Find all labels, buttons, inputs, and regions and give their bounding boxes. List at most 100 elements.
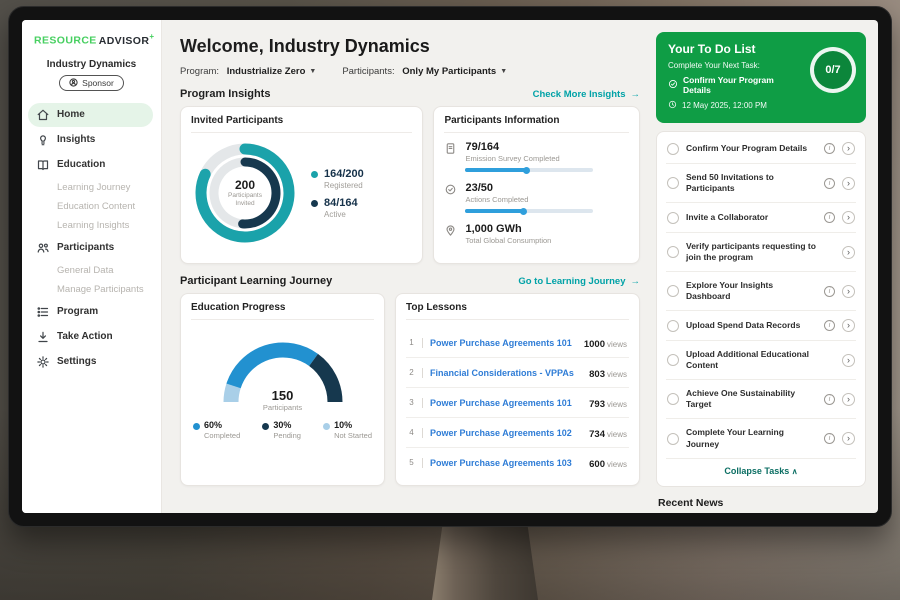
info-icon[interactable]: i bbox=[824, 394, 835, 405]
task-row[interactable]: Explore Your Insights Dashboard i › bbox=[666, 272, 856, 311]
lesson-link[interactable]: Power Purchase Agreements 102 bbox=[430, 428, 582, 438]
task-row[interactable]: Verify participants requesting to join t… bbox=[666, 233, 856, 272]
task-checkbox[interactable] bbox=[667, 393, 679, 405]
sidebar-item-take-action[interactable]: Take Action bbox=[28, 325, 153, 349]
chevron-right-icon[interactable]: › bbox=[842, 285, 855, 298]
education-progress-card: Education Progress 150 Participants bbox=[180, 293, 385, 486]
chevron-right-icon[interactable]: › bbox=[842, 393, 855, 406]
participants-select[interactable]: Only My Participants ▼ bbox=[402, 66, 507, 77]
gauge-legend: 60% Completed 30% Pending bbox=[191, 420, 374, 440]
task-checkbox[interactable] bbox=[667, 143, 679, 155]
task-row[interactable]: Upload Additional Educational Content i … bbox=[666, 341, 856, 380]
task-row[interactable]: Achieve One Sustainability Target i › bbox=[666, 380, 856, 419]
sidebar-item-participants[interactable]: Participants bbox=[28, 236, 153, 260]
arrow-right-icon: → bbox=[631, 89, 641, 100]
legend-entry: 30% Pending bbox=[262, 420, 301, 440]
sidebar-item-label: Participants bbox=[57, 242, 114, 253]
info-icon[interactable]: i bbox=[824, 320, 835, 331]
logo-resource: RESOURCE bbox=[34, 35, 97, 47]
lesson-link[interactable]: Power Purchase Agreements 101 bbox=[430, 398, 582, 408]
learning-journey-title: Participant Learning Journey bbox=[180, 275, 332, 287]
task-row[interactable]: Send 50 Invitations to Participants i › bbox=[666, 164, 856, 203]
sidebar: RESOURCEADVISOR+ Industry Dynamics Spons… bbox=[22, 20, 162, 513]
chevron-right-icon[interactable]: › bbox=[842, 246, 855, 259]
task-checkbox[interactable] bbox=[667, 246, 679, 258]
app-window: RESOURCEADVISOR+ Industry Dynamics Spons… bbox=[22, 20, 878, 513]
sidebar-item-manage-participants[interactable]: Manage Participants bbox=[22, 280, 161, 299]
info-icon[interactable]: i bbox=[824, 286, 835, 297]
sidebar-item-education[interactable]: Education bbox=[28, 153, 153, 177]
collapse-tasks-button[interactable]: Collapse Tasks ∧ bbox=[666, 459, 856, 484]
clipboard-icon bbox=[444, 141, 457, 172]
sponsor-badge[interactable]: Sponsor bbox=[59, 75, 124, 91]
task-checkbox[interactable] bbox=[667, 354, 679, 366]
stat-global-consumption: 1,000 GWh Total Global Consumption bbox=[444, 223, 629, 245]
donut-center-value: 200 bbox=[235, 178, 255, 192]
sidebar-item-education-content[interactable]: Education Content bbox=[22, 197, 161, 216]
sidebar-item-learning-journey[interactable]: Learning Journey bbox=[22, 178, 161, 197]
donut-legend: 164/200 Registered 84/164 Active bbox=[311, 161, 364, 226]
go-to-learning-journey-link[interactable]: Go to Learning Journey → bbox=[518, 276, 640, 287]
task-row[interactable]: Confirm Your Program Details i › bbox=[666, 134, 856, 164]
info-icon[interactable]: i bbox=[824, 178, 835, 189]
sidebar-item-general-data[interactable]: General Data bbox=[22, 261, 161, 280]
chevron-right-icon[interactable]: › bbox=[842, 319, 855, 332]
divider bbox=[422, 338, 423, 348]
sidebar-item-label: Education bbox=[57, 159, 105, 170]
sidebar-item-label: Insights bbox=[57, 134, 95, 145]
lesson-link[interactable]: Power Purchase Agreements 103 bbox=[430, 458, 582, 468]
task-checkbox[interactable] bbox=[667, 320, 679, 332]
chevron-right-icon[interactable]: › bbox=[842, 177, 855, 190]
todo-header-card: Your To Do List Complete Your Next Task:… bbox=[656, 32, 866, 123]
info-icon[interactable]: i bbox=[824, 433, 835, 444]
chevron-right-icon[interactable]: › bbox=[842, 142, 855, 155]
task-checkbox[interactable] bbox=[667, 433, 679, 445]
lessons-list: 1 Power Purchase Agreements 101 1000view… bbox=[406, 328, 629, 477]
task-checkbox[interactable] bbox=[667, 212, 679, 224]
lesson-row: 4 Power Purchase Agreements 102 734views bbox=[406, 418, 629, 448]
sidebar-item-home[interactable]: Home bbox=[28, 103, 153, 127]
sidebar-item-insights[interactable]: Insights bbox=[28, 128, 153, 152]
lesson-link[interactable]: Financial Considerations - VPPAs bbox=[430, 368, 582, 378]
chevron-right-icon[interactable]: › bbox=[842, 432, 855, 445]
divider bbox=[422, 458, 423, 468]
task-row[interactable]: Complete Your Learning Journey i › bbox=[666, 419, 856, 458]
legend-entry: 84/164 Active bbox=[311, 197, 364, 219]
invited-participants-donut-chart: 200 Participants Invited bbox=[193, 141, 297, 245]
sidebar-item-program[interactable]: Program bbox=[28, 300, 153, 324]
lesson-row: 3 Power Purchase Agreements 101 793views bbox=[406, 388, 629, 418]
participants-filter-label: Participants: bbox=[342, 66, 394, 77]
lightbulb-icon bbox=[36, 133, 50, 147]
chevron-right-icon[interactable]: › bbox=[842, 211, 855, 224]
location-pin-icon bbox=[444, 223, 457, 245]
gear-icon bbox=[36, 355, 50, 369]
next-task-label[interactable]: Confirm Your Program Details bbox=[683, 75, 803, 95]
gauge-center-value: 150 bbox=[208, 388, 358, 403]
monitor-stand bbox=[432, 524, 538, 600]
check-more-insights-link[interactable]: Check More Insights → bbox=[533, 89, 640, 100]
monitor-bezel: RESOURCEADVISOR+ Industry Dynamics Spons… bbox=[8, 6, 892, 527]
info-icon[interactable]: i bbox=[824, 212, 835, 223]
logo-advisor: ADVISOR bbox=[99, 35, 150, 47]
sidebar-item-settings[interactable]: Settings bbox=[28, 350, 153, 374]
sidebar-nav: Home Insights Education Learning Journey… bbox=[22, 103, 161, 374]
todo-panel: Your To Do List Complete Your Next Task:… bbox=[652, 20, 878, 513]
chevron-right-icon[interactable]: › bbox=[842, 354, 855, 367]
task-list: Confirm Your Program Details i › Send 50… bbox=[666, 134, 856, 459]
task-row[interactable]: Invite a Collaborator i › bbox=[666, 203, 856, 233]
program-select[interactable]: Industrialize Zero ▼ bbox=[227, 66, 317, 77]
top-lessons-card: Top Lessons 1 Power Purchase Agreements … bbox=[395, 293, 640, 486]
task-checkbox[interactable] bbox=[667, 177, 679, 189]
people-icon bbox=[36, 241, 50, 255]
info-icon[interactable]: i bbox=[824, 143, 835, 154]
lesson-row: 2 Financial Considerations - VPPAs 803vi… bbox=[406, 358, 629, 388]
program-filter-label: Program: bbox=[180, 66, 219, 77]
task-checkbox[interactable] bbox=[667, 285, 679, 297]
lesson-link[interactable]: Power Purchase Agreements 101 bbox=[430, 338, 577, 348]
next-task-time: 12 May 2025, 12:00 PM bbox=[682, 101, 767, 110]
todo-progress-count: 0/7 bbox=[825, 64, 840, 76]
sidebar-item-label: Program bbox=[57, 306, 98, 317]
sidebar-item-learning-insights[interactable]: Learning Insights bbox=[22, 216, 161, 235]
task-row[interactable]: Upload Spend Data Records i › bbox=[666, 311, 856, 341]
chevron-up-icon: ∧ bbox=[792, 467, 798, 476]
